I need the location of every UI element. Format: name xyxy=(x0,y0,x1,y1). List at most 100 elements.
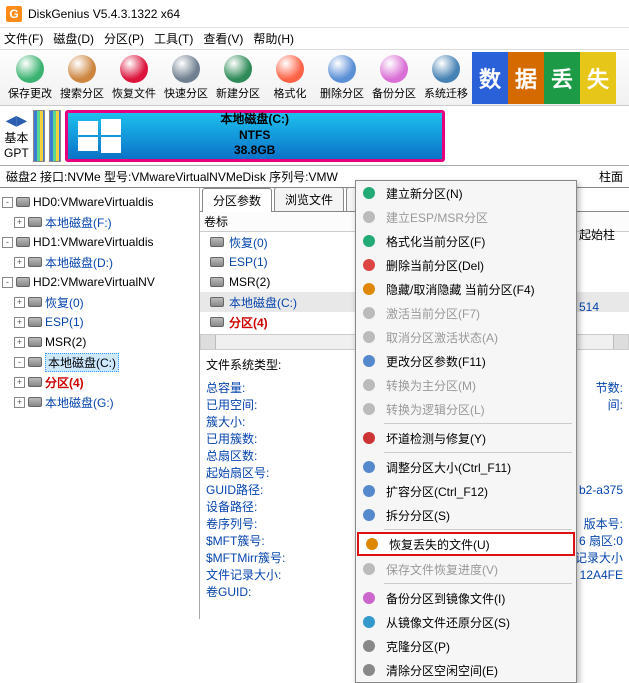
disk-icon xyxy=(28,257,42,267)
toolbar-label: 删除分区 xyxy=(320,85,364,101)
nav-arrows-icon[interactable]: ◀▶ xyxy=(6,112,28,129)
tree-expander[interactable]: - xyxy=(14,357,25,368)
tab-1[interactable]: 浏览文件 xyxy=(274,188,344,211)
tree-expander[interactable]: + xyxy=(14,377,25,388)
partition-c-box[interactable]: 本地磁盘(C:) NTFS 38.8GB xyxy=(65,110,445,162)
tree-expander[interactable]: - xyxy=(2,197,13,208)
toolbar-search-button[interactable]: 搜索分区 xyxy=(56,52,108,104)
ctx-restore[interactable]: 从镜像文件还原分区(S) xyxy=(356,610,576,634)
tree-volume-node[interactable]: +MSR(2) xyxy=(2,332,197,352)
info-label: 簇大小: xyxy=(206,413,245,430)
banner-char: 失 xyxy=(580,52,616,104)
menu-item[interactable]: 文件(F) xyxy=(4,30,43,47)
tree-expander[interactable]: + xyxy=(14,257,25,268)
backup-icon xyxy=(380,55,408,83)
delete-icon xyxy=(328,55,356,83)
tree-disk-node[interactable]: - HD0:VMwareVirtualdis xyxy=(2,192,197,212)
tree-expander[interactable]: + xyxy=(14,217,25,228)
ctx-badtrack[interactable]: 坏道检测与修复(Y) xyxy=(356,426,576,450)
menu-item[interactable]: 磁盘(D) xyxy=(53,30,94,47)
disk-icon xyxy=(28,217,42,227)
ctx-label: 保存文件恢复进度(V) xyxy=(386,561,498,578)
tree-volume-node[interactable]: +本地磁盘(F:) xyxy=(2,212,197,232)
context-menu[interactable]: 建立新分区(N)建立ESP/MSR分区格式化当前分区(F)删除当前分区(Del)… xyxy=(355,180,577,683)
tree-volume-node[interactable]: +恢复(0) xyxy=(2,292,197,312)
tree-label: 本地磁盘(D:) xyxy=(45,254,113,271)
tree-label: 本地磁盘(G:) xyxy=(45,394,114,411)
toolbar-recover-button[interactable]: 恢复文件 xyxy=(108,52,160,104)
quick-icon xyxy=(172,55,200,83)
info-right-value: 间: xyxy=(608,396,623,413)
ctx-resize[interactable]: 调整分区大小(Ctrl_F11) xyxy=(356,455,576,479)
menu-item[interactable]: 帮助(H) xyxy=(253,30,294,47)
format-icon xyxy=(276,55,304,83)
toolbar-label: 恢复文件 xyxy=(112,85,156,101)
ctx-format[interactable]: 格式化当前分区(F) xyxy=(356,229,576,253)
format-icon xyxy=(360,232,378,250)
backup-icon xyxy=(360,589,378,607)
ctx-erase[interactable]: 清除分区空闲空间(E) xyxy=(356,658,576,682)
right-edge-column: 起始柱 514 xyxy=(579,212,629,317)
partition-stripes-left2[interactable] xyxy=(49,110,61,162)
tree-volume-node[interactable]: + 本地磁盘(G:) xyxy=(2,392,197,412)
ctx-split[interactable]: 拆分分区(S) xyxy=(356,503,576,527)
tree-label: HD1:VMwareVirtualdis xyxy=(33,235,154,249)
menu-item[interactable]: 工具(T) xyxy=(154,30,193,47)
tree-disk-node[interactable]: -HD2:VMwareVirtualNV xyxy=(2,272,197,292)
tree-volume-node[interactable]: +ESP(1) xyxy=(2,312,197,332)
menu-separator xyxy=(384,423,572,424)
ctx-label: 调整分区大小(Ctrl_F11) xyxy=(386,459,511,476)
ctx-label: 坏道检测与修复(Y) xyxy=(386,430,486,447)
toolbar-label: 备份分区 xyxy=(372,85,416,101)
logical-icon xyxy=(360,400,378,418)
ctx-hide[interactable]: 隐藏/取消隐藏 当前分区(F4) xyxy=(356,277,576,301)
tree-label: HD0:VMwareVirtualdis xyxy=(33,195,154,209)
menu-item[interactable]: 查看(V) xyxy=(203,30,243,47)
tree-expander[interactable]: - xyxy=(2,277,13,288)
toolbar-backup-button[interactable]: 备份分区 xyxy=(368,52,420,104)
column-header-right: 柱面 xyxy=(599,168,623,185)
ctx-plus[interactable]: 建立新分区(N) xyxy=(356,181,576,205)
ctx-delete[interactable]: 删除当前分区(Del) xyxy=(356,253,576,277)
volume-icon xyxy=(210,257,224,267)
ctx-extend[interactable]: 扩容分区(Ctrl_F12) xyxy=(356,479,576,503)
volume-label: 分区(4) xyxy=(229,314,268,331)
ctx-label: 隐藏/取消隐藏 当前分区(F4) xyxy=(386,281,535,298)
recover-icon xyxy=(120,55,148,83)
ctx-label: 备份分区到镜像文件(I) xyxy=(386,590,505,607)
partition-stripes-left[interactable] xyxy=(33,110,45,162)
ctx-recover[interactable]: 恢复丢失的文件(U) xyxy=(357,532,575,556)
tree-expander[interactable]: + xyxy=(14,317,25,328)
tree-expander[interactable]: - xyxy=(2,237,13,248)
tree-volume-node[interactable]: -本地磁盘(C:) xyxy=(2,352,197,372)
tree-expander[interactable]: + xyxy=(14,297,25,308)
partition-c-text: 本地磁盘(C:) NTFS 38.8GB xyxy=(220,112,289,159)
tree-disk-node[interactable]: - HD1:VMwareVirtualdis xyxy=(2,232,197,252)
disk-icon xyxy=(16,237,30,247)
tab-0[interactable]: 分区参数 xyxy=(202,188,272,212)
toolbar-quick-button[interactable]: 快速分区 xyxy=(160,52,212,104)
ctx-backup[interactable]: 备份分区到镜像文件(I) xyxy=(356,586,576,610)
info-right-value: 12A4FE xyxy=(580,568,623,582)
tree-expander[interactable]: + xyxy=(14,397,25,408)
tree-volume-node[interactable]: +分区(4) xyxy=(2,372,197,392)
tree-expander[interactable]: + xyxy=(14,337,25,348)
toolbar-format-button[interactable]: 格式化 xyxy=(264,52,316,104)
disk-icon xyxy=(28,337,42,347)
plus-icon xyxy=(360,184,378,202)
toolbar-new-button[interactable]: 新建分区 xyxy=(212,52,264,104)
ctx-clone[interactable]: 克隆分区(P) xyxy=(356,634,576,658)
ctx-param[interactable]: 更改分区参数(F11) xyxy=(356,349,576,373)
menu-item[interactable]: 分区(P) xyxy=(104,30,144,47)
toolbar-migrate-button[interactable]: 系统迁移 xyxy=(420,52,472,104)
right-col-value: 514 xyxy=(579,300,629,317)
toolbar-label: 新建分区 xyxy=(216,85,260,101)
toolbar-delete-button[interactable]: 删除分区 xyxy=(316,52,368,104)
toolbar-label: 系统迁移 xyxy=(424,85,468,101)
app-title: DiskGenius V5.4.3.1322 x64 xyxy=(28,7,180,21)
delete-icon xyxy=(360,256,378,274)
toolbar-save-button[interactable]: 保存更改 xyxy=(4,52,56,104)
nav-basic-gpt[interactable]: ◀▶ 基本 GPT xyxy=(4,112,29,160)
tree-volume-node[interactable]: + 本地磁盘(D:) xyxy=(2,252,197,272)
disk-icon xyxy=(28,397,42,407)
